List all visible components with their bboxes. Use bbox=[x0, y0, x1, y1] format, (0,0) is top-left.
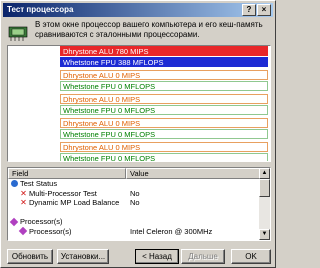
details-grid[interactable]: Field Value Test Status ✕ Multi-Processor … bbox=[7, 167, 271, 241]
scroll-up-arrow-icon[interactable]: ▲ bbox=[259, 168, 270, 179]
processor-chip-icon bbox=[8, 26, 28, 41]
help-button[interactable]: ? bbox=[242, 4, 256, 16]
column-header-field[interactable]: Field bbox=[8, 168, 126, 179]
table-row[interactable]: Processor(s) Intel Celeron @ 300MHz bbox=[8, 227, 260, 237]
field-cell bbox=[8, 208, 126, 218]
field-label: Processor(s) bbox=[29, 226, 72, 236]
back-button[interactable]: < Назад bbox=[135, 249, 179, 264]
vertical-scrollbar[interactable]: ▲ ▼ bbox=[259, 168, 270, 240]
window-title: Тест процессора bbox=[7, 5, 74, 14]
field-label: Processor(s) bbox=[20, 217, 63, 226]
grid-header: Field Value bbox=[8, 168, 260, 179]
benchmark-bar: Whetstone FPU 388 MFLOPS bbox=[60, 57, 268, 67]
value-cell bbox=[126, 179, 130, 189]
bar-group: Dhrystone ALU 780 MIPS Whetstone FPU 388… bbox=[60, 46, 268, 68]
benchmark-bar: Dhrystone ALU 780 MIPS bbox=[60, 46, 268, 56]
field-label: Dynamic MP Load Balance bbox=[29, 198, 120, 207]
field-cell: Test Status bbox=[8, 179, 126, 189]
field-label: Test Status bbox=[20, 179, 58, 188]
column-header-value[interactable]: Value bbox=[126, 168, 260, 179]
bar-group: Dhrystone ALU 0 MIPS Whetstone FPU 0 MFL… bbox=[60, 94, 268, 116]
header-description: В этом окне процессор вашего компьютера … bbox=[35, 20, 263, 39]
benchmark-bar: Dhrystone ALU 0 MIPS bbox=[60, 142, 268, 152]
benchmark-bar: Dhrystone ALU 0 MIPS bbox=[60, 118, 268, 128]
value-cell: No bbox=[130, 188, 140, 198]
settings-button[interactable]: Установки... bbox=[57, 249, 109, 264]
refresh-button[interactable]: Обновить bbox=[7, 249, 53, 264]
diamond-icon bbox=[18, 227, 28, 236]
value-cell bbox=[126, 208, 130, 218]
benchmark-bar: Whetstone FPU 0 MFLOPS bbox=[60, 129, 268, 139]
x-icon: ✕ bbox=[20, 188, 27, 198]
benchmark-bar: Whetstone FPU 0 MFLOPS bbox=[60, 105, 268, 115]
value-cell bbox=[126, 217, 130, 227]
table-row[interactable]: Test Status bbox=[8, 179, 260, 189]
benchmark-bar: Dhrystone ALU 0 MIPS bbox=[60, 70, 268, 80]
bar-group: Dhrystone ALU 0 MIPS Whetstone FPU 0 MFL… bbox=[60, 142, 268, 161]
table-row[interactable]: ✕ Dynamic MP Load Balance No bbox=[8, 198, 260, 208]
processor-test-window: Тест процессора ? × В этом окне процессо… bbox=[0, 0, 276, 268]
next-button[interactable]: Дальше bbox=[181, 249, 225, 264]
close-button[interactable]: × bbox=[257, 4, 271, 16]
table-row[interactable]: ✕ Multi-Processor Test No bbox=[8, 189, 260, 199]
grid-rows: Test Status ✕ Multi-Processor Test No ✕ Dynam… bbox=[8, 179, 260, 236]
value-cell: Intel Celeron @ 300MHz bbox=[130, 226, 213, 236]
table-row[interactable] bbox=[8, 208, 260, 218]
x-icon: ✕ bbox=[20, 198, 27, 208]
field-label: Multi-Processor Test bbox=[29, 188, 97, 198]
bar-group: Dhrystone ALU 0 MIPS Whetstone FPU 0 MFL… bbox=[60, 118, 268, 140]
title-bar[interactable]: Тест процессора ? × bbox=[3, 3, 273, 17]
field-cell: Processor(s) bbox=[8, 227, 126, 237]
check-icon bbox=[11, 180, 18, 188]
benchmark-bar: Dhrystone ALU 0 MIPS bbox=[60, 94, 268, 104]
scroll-down-arrow-icon[interactable]: ▼ bbox=[259, 229, 270, 240]
benchmark-bar-panel: Dhrystone ALU 780 MIPS Whetstone FPU 388… bbox=[7, 45, 271, 162]
scroll-thumb[interactable] bbox=[259, 179, 270, 197]
field-cell: ✕ Dynamic MP Load Balance bbox=[8, 198, 126, 208]
benchmark-bar: Whetstone FPU 0 MFLOPS bbox=[60, 81, 268, 91]
table-row[interactable]: Processor(s) bbox=[8, 217, 260, 227]
bar-group: Dhrystone ALU 0 MIPS Whetstone FPU 0 MFL… bbox=[60, 70, 268, 92]
diamond-icon bbox=[9, 217, 19, 226]
title-buttons: ? × bbox=[242, 4, 271, 16]
value-cell: No bbox=[130, 198, 140, 207]
benchmark-bar: Whetstone FPU 0 MFLOPS bbox=[60, 153, 268, 161]
field-cell: Processor(s) bbox=[8, 217, 126, 227]
field-cell: ✕ Multi-Processor Test bbox=[8, 189, 126, 199]
ok-button[interactable]: OK bbox=[231, 249, 271, 264]
